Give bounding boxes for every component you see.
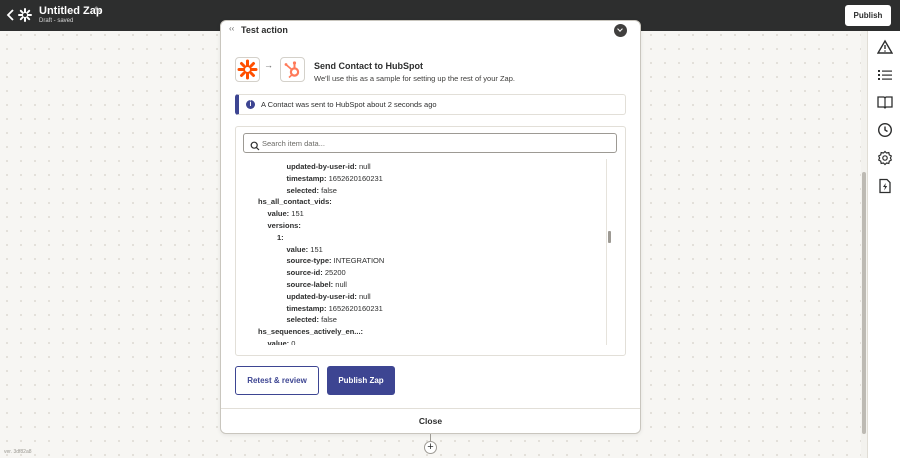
tree-row[interactable]: updated-by-user-id: null — [287, 162, 371, 174]
tree-key: selected: — [286, 185, 320, 195]
tree-value: 1652620160231 — [328, 303, 383, 313]
tree-row[interactable]: updated-by-user-id: null — [287, 292, 371, 304]
tree-value: 151 — [291, 209, 304, 219]
tree-row[interactable]: timestamp: 1652620160231 — [287, 174, 383, 186]
alert-triangle-icon[interactable] — [876, 39, 894, 55]
tree-key: updated-by-user-id: — [286, 291, 357, 301]
zapier-app-icon — [235, 57, 260, 82]
publish-zap-button[interactable]: Publish Zap — [327, 366, 395, 395]
success-alert: i A Contact was sent to HubSpot about 2 … — [235, 94, 626, 115]
tree-scrollbar-thumb[interactable] — [608, 231, 611, 243]
panel-header[interactable]: ‹‹ Test action — [221, 21, 640, 41]
alert-text: A Contact was sent to HubSpot about 2 se… — [261, 100, 437, 109]
tree-value: 151 — [310, 244, 323, 254]
tree-row[interactable]: 1: — [277, 233, 284, 245]
tree-value: false — [321, 315, 337, 325]
tree-row[interactable]: selected: false — [287, 315, 337, 327]
tree-key: value: — [267, 339, 290, 345]
tree-key: source-label: — [286, 280, 334, 289]
pencil-icon[interactable]: ✎ — [94, 5, 102, 16]
tree-row[interactable]: value: 151 — [268, 209, 304, 221]
clock-icon[interactable] — [877, 122, 893, 138]
book-icon[interactable] — [877, 94, 893, 110]
arrow-right-icon: → — [264, 60, 273, 70]
data-tree: updated-by-user-id: null timestamp: 16526… — [236, 159, 611, 345]
tree-key: 1: — [277, 232, 284, 242]
tree-key: source-type: — [286, 256, 332, 266]
tree-value: 1652620160231 — [328, 173, 383, 183]
tree-value: INTEGRATION — [333, 256, 385, 266]
tree-value: 0 — [291, 339, 296, 345]
zapier-asterisk-icon — [18, 8, 32, 22]
panel-header-label: Test action — [241, 25, 288, 35]
tree-value: null — [359, 162, 371, 171]
tree-key: selected: — [286, 315, 320, 325]
action-title: Send Contact to HubSpot — [314, 61, 423, 71]
publish-button[interactable]: Publish — [845, 5, 891, 26]
tree-key: value: — [267, 209, 290, 219]
zap-status: Draft - saved — [39, 18, 74, 24]
add-step-button[interactable]: + — [424, 441, 437, 454]
file-bolt-icon[interactable] — [877, 178, 893, 194]
tree-row[interactable]: hs_all_contact_vids: — [258, 197, 332, 209]
tree-key: hs_sequences_actively_en...: — [258, 327, 364, 337]
tree-value: false — [321, 185, 337, 195]
tree-scrollbar-track[interactable] — [606, 159, 607, 345]
tree-row[interactable]: source-type: INTEGRATION — [287, 256, 385, 268]
tree-key: value: — [286, 244, 309, 254]
close-button[interactable]: Close — [221, 408, 640, 433]
action-subtitle: We'll use this as a sample for setting u… — [314, 74, 515, 83]
tree-value: 25200 — [324, 268, 346, 278]
list-icon[interactable] — [877, 67, 893, 83]
search-input[interactable] — [262, 135, 612, 151]
tree-row[interactable]: source-id: 25200 — [287, 268, 346, 280]
tree-row[interactable]: value: 151 — [287, 245, 323, 257]
tree-row[interactable]: selected: false — [287, 186, 337, 198]
tree-key: timestamp: — [286, 303, 327, 313]
tree-key: hs_all_contact_vids: — [258, 197, 332, 207]
right-sidebar — [867, 31, 900, 458]
info-icon: i — [246, 100, 255, 109]
tree-row[interactable]: source-label: null — [287, 280, 347, 292]
search-icon — [250, 138, 260, 151]
tree-key: versions: — [267, 221, 301, 230]
search-box[interactable] — [243, 133, 617, 153]
tree-value: null — [359, 291, 371, 301]
tree-row[interactable]: timestamp: 1652620160231 — [287, 304, 383, 316]
tree-key: source-id: — [286, 268, 323, 278]
collapse-chevron-icon[interactable] — [614, 24, 627, 37]
tree-value: null — [335, 280, 347, 289]
chevrons-icon: ‹‹ — [229, 24, 235, 33]
tree-row[interactable]: value: 0 — [268, 339, 296, 345]
tree-key: updated-by-user-id: — [286, 162, 357, 171]
tree-row[interactable]: versions: — [268, 221, 301, 233]
canvas-scrollbar-thumb[interactable] — [862, 172, 866, 434]
tree-key: timestamp: — [286, 173, 327, 183]
item-data-box: updated-by-user-id: nulltimestamp: 16526… — [235, 126, 626, 356]
tree-row[interactable]: hs_sequences_actively_en...: — [258, 327, 363, 339]
gear-icon[interactable] — [877, 150, 893, 166]
version-label: ver. 3df82a8 — [4, 449, 32, 455]
retest-review-button[interactable]: Retest & review — [235, 366, 319, 395]
hubspot-app-icon — [280, 57, 305, 82]
